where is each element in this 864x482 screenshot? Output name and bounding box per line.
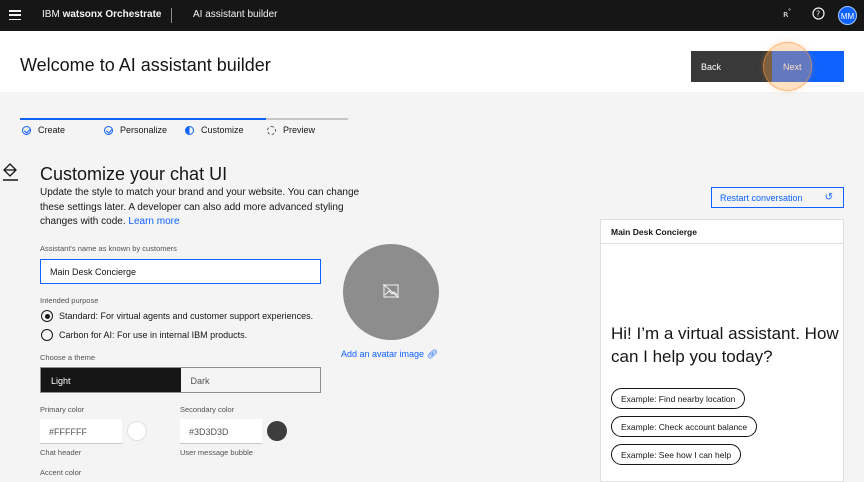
paint-bucket-icon [3, 163, 19, 181]
notification-icon[interactable]: ʀ ° [780, 7, 796, 23]
restart-icon: ↺ [824, 192, 833, 203]
half-circle-icon [185, 125, 194, 135]
next-button[interactable]: Next [772, 51, 844, 82]
name-label: Assistant's name as known by customers [40, 244, 177, 253]
purpose-label: Intended purpose [40, 296, 99, 305]
dashed-circle-icon [267, 125, 276, 135]
secondary-color-helper: User message bubble [180, 448, 253, 457]
user-avatar[interactable]: MM [838, 6, 857, 25]
chat-header-title: Main Desk Concierge [601, 220, 843, 244]
secondary-color-swatch[interactable] [267, 421, 287, 441]
page-title: Welcome to AI assistant builder [20, 55, 271, 75]
primary-color-label: Primary color [40, 405, 85, 414]
svg-text:°: ° [788, 8, 791, 15]
theme-switcher: Light Dark [40, 367, 321, 393]
radio-selected-icon[interactable] [41, 310, 53, 322]
section-title: Customize your chat UI [40, 164, 228, 184]
radio-unselected-icon[interactable] [41, 329, 53, 341]
step-customize[interactable]: Customize [185, 125, 244, 135]
app-name: AI assistant builder [193, 9, 278, 20]
step-preview[interactable]: Preview [267, 125, 315, 135]
avatar-placeholder[interactable] [343, 244, 439, 340]
progress-bar-customize [184, 118, 266, 120]
help-icon[interactable]: ? [810, 7, 826, 23]
example-chip-help[interactable]: Example: See how I can help [611, 444, 742, 465]
top-nav: IBM watsonx Orchestrate AI assistant bui… [0, 0, 864, 31]
example-chip-balance[interactable]: Example: Check account balance [611, 416, 758, 437]
brand-name[interactable]: IBM watsonx Orchestrate [42, 9, 162, 20]
example-chip-location[interactable]: Example: Find nearby location [611, 388, 746, 409]
menu-icon[interactable] [9, 10, 21, 21]
image-off-icon [383, 284, 399, 298]
purpose-option-carbon[interactable]: Carbon for AI: For use in internal IBM p… [41, 329, 247, 341]
checkmark-icon [104, 125, 113, 135]
theme-light[interactable]: Light [41, 368, 181, 392]
page-header: Welcome to AI assistant builder Back Nex… [0, 31, 864, 92]
purpose-option-standard[interactable]: Standard: For virtual agents and custome… [41, 310, 313, 322]
add-avatar-link[interactable]: Add an avatar image 🔗︎ [341, 349, 438, 360]
progress-bar-preview [266, 118, 348, 120]
theme-dark[interactable]: Dark [180, 368, 320, 392]
svg-text:?: ? [816, 10, 820, 19]
primary-color-input[interactable]: #FFFFFF [40, 419, 122, 444]
restart-conversation-button[interactable]: Restart conversation ↺ [711, 187, 844, 208]
link-icon: 🔗︎ [426, 349, 439, 359]
chat-preview: Main Desk Concierge Hi! I’m a virtual as… [600, 219, 844, 482]
checkmark-icon [22, 125, 31, 135]
step-create[interactable]: Create [22, 125, 65, 135]
section-description: Update the style to match your brand and… [40, 187, 360, 227]
back-button[interactable]: Back [691, 51, 772, 82]
progress-bar-personalize [102, 118, 184, 120]
learn-more-link[interactable]: Learn more [128, 216, 179, 227]
progress-bar-create [20, 118, 102, 120]
primary-color-swatch[interactable] [127, 421, 147, 441]
chat-greeting: Hi! I’m a virtual assistant. How can I h… [611, 324, 839, 366]
secondary-color-label: Secondary color [180, 405, 235, 414]
accent-color-label: Accent color [40, 468, 82, 477]
secondary-color-input[interactable]: #3D3D3D [180, 419, 262, 444]
progress-indicator: Create Personalize Customize Preview [20, 118, 348, 138]
nav-divider [171, 8, 172, 23]
assistant-name-input[interactable]: Main Desk Concierge [40, 259, 321, 284]
theme-label: Choose a theme [40, 353, 96, 362]
primary-color-helper: Chat header [40, 448, 82, 457]
step-personalize[interactable]: Personalize [104, 125, 167, 135]
